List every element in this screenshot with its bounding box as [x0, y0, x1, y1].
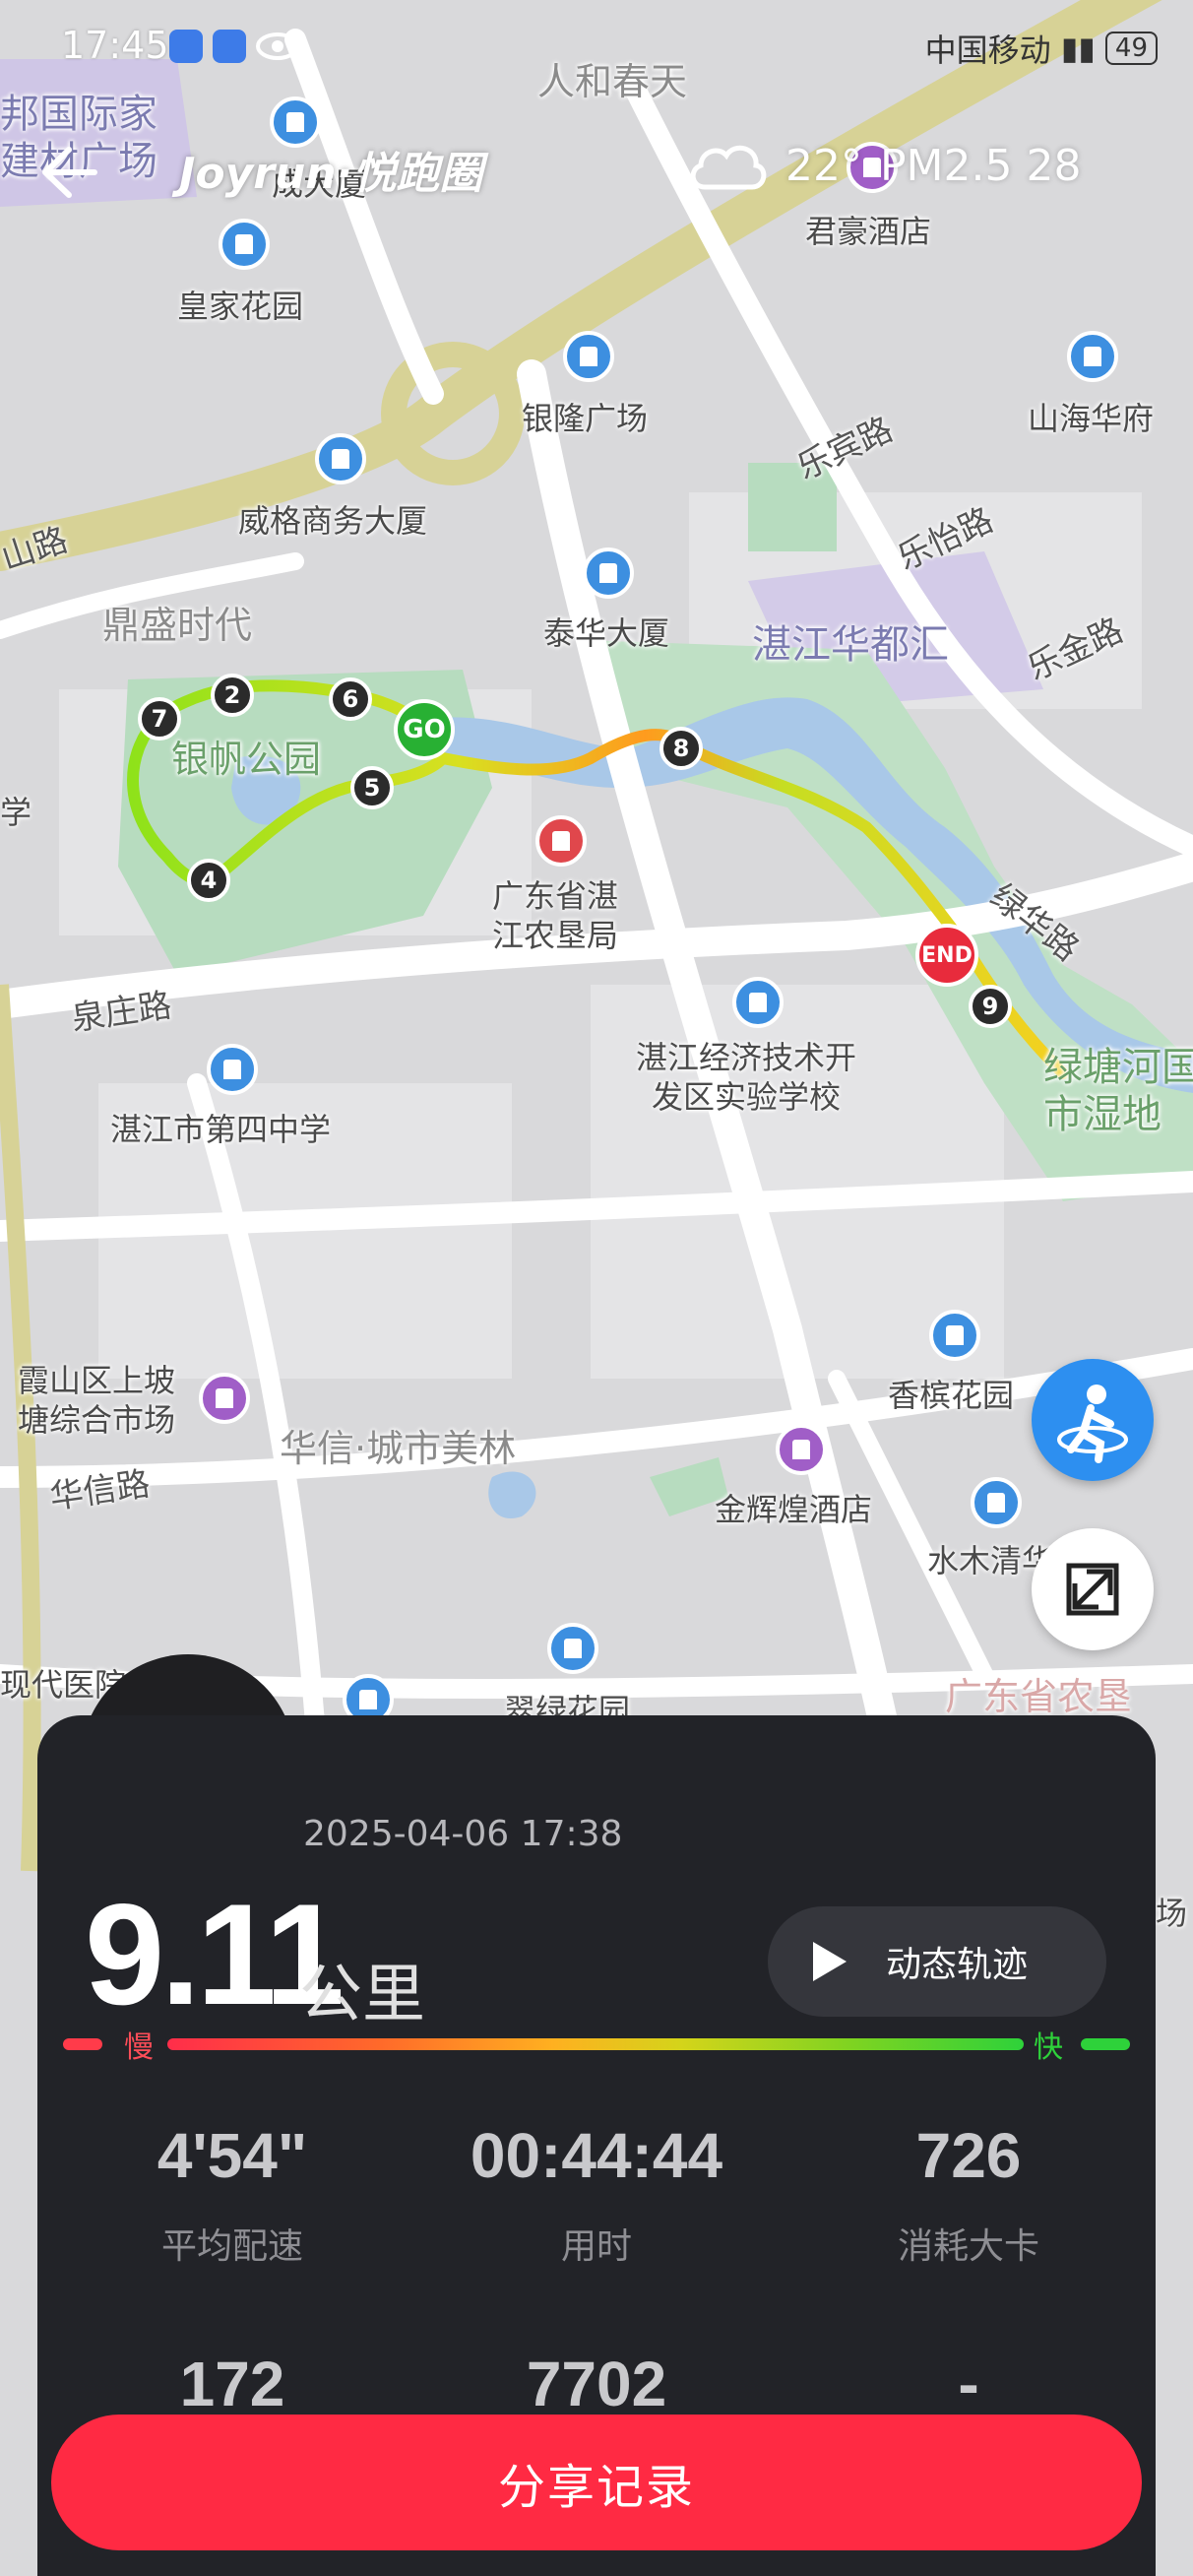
replay-label: 动态轨迹 [886, 1945, 1029, 1985]
map-label: 湛江经济技术开 发区实验学校 [636, 1039, 857, 1116]
poi-pin-icon[interactable] [563, 331, 614, 382]
stat-value: - [958, 2349, 979, 2419]
run-mode-button[interactable] [1032, 1359, 1154, 1481]
km-marker: 4 [187, 859, 230, 902]
map-label: 湛江华都汇 [752, 622, 949, 668]
start-marker: GO [394, 699, 455, 760]
map-label: 皇家花园 [177, 288, 304, 325]
stat-value: 7702 [526, 2349, 667, 2419]
eye-icon [256, 32, 299, 60]
map-label: 香槟花园 [888, 1377, 1015, 1414]
map-label: 君豪酒店 [805, 213, 932, 250]
poi-pin-icon[interactable] [199, 1373, 250, 1424]
weather-info: 22° PM2.5 28 [685, 138, 1081, 193]
km-marker: 8 [659, 727, 703, 770]
run-date: 2025-04-06 17:38 [303, 1814, 623, 1854]
status-time: 17:45 [61, 24, 169, 67]
poi-pin-icon[interactable] [971, 1477, 1022, 1528]
slow-label: 慢 [124, 2030, 154, 2065]
notification-icon [213, 30, 246, 63]
carrier-label: 中国移动 [924, 32, 1051, 69]
poi-pin-icon[interactable] [929, 1310, 980, 1361]
stat-value: 172 [179, 2349, 285, 2419]
duration-value: 00:44:44 [470, 2120, 723, 2191]
km-marker: 9 [969, 985, 1012, 1028]
km-marker: 2 [211, 674, 254, 717]
avg-pace-label: 平均配速 [160, 2226, 303, 2267]
app-brand: Joyrun·悦跑圈 [179, 149, 483, 199]
map-label: 学 [0, 794, 32, 831]
map-label: 广东省湛 江农垦局 [492, 877, 619, 954]
map-label: 金辉煌酒店 [715, 1491, 873, 1528]
map-label: 银隆广场 [522, 400, 649, 437]
air-quality: PM2.5 28 [880, 140, 1082, 191]
duration-label: 用时 [560, 2226, 632, 2267]
temperature: 22° [785, 140, 862, 191]
play-icon [813, 1942, 847, 1981]
km-marker: 7 [138, 697, 181, 741]
map-label: 场 [1156, 1895, 1188, 1932]
poi-pin-icon[interactable] [315, 433, 366, 484]
km-marker: 5 [350, 766, 394, 809]
signal-icon: ▮▮ [1060, 30, 1096, 67]
map-label: 鼎盛时代 [102, 604, 253, 647]
map-label: 广东省农垦 [945, 1675, 1133, 1718]
replay-track-button[interactable]: 动态轨迹 [768, 1906, 1106, 2017]
poi-pin-icon[interactable] [776, 1424, 827, 1475]
expand-icon [1066, 1563, 1119, 1616]
poi-pin-icon[interactable] [547, 1623, 598, 1674]
map-label: 霞山区上坡 塘综合市场 [18, 1362, 176, 1439]
calories-value: 726 [915, 2120, 1022, 2191]
cloud-icon [690, 145, 767, 190]
runner-icon [1057, 1385, 1128, 1463]
poi-pin-icon[interactable] [535, 815, 587, 867]
km-marker: 6 [329, 677, 372, 721]
status-bar: 17:45 中国移动 ▮▮ 49 [0, 0, 1193, 95]
poi-pin-icon[interactable] [732, 977, 784, 1028]
calories-label: 消耗大卡 [897, 2226, 1039, 2267]
fullscreen-button[interactable] [1032, 1528, 1154, 1650]
map-label: 泰华大厦 [543, 614, 670, 652]
poi-pin-icon[interactable] [219, 219, 270, 270]
fast-label: 快 [1034, 2030, 1063, 2065]
poi-pin-icon[interactable] [207, 1044, 258, 1095]
map-label: 威格商务大厦 [238, 502, 428, 540]
avg-pace-value: 4'54" [157, 2120, 308, 2191]
distance-unit: 公里 [299, 1959, 425, 2031]
pace-bar-slow-cap [63, 2038, 102, 2050]
battery-icon: 49 [1104, 32, 1158, 65]
map-label: 湛江市第四中学 [110, 1111, 332, 1148]
back-arrow-icon[interactable] [30, 138, 98, 207]
status-right: 中国移动 ▮▮ 49 [925, 26, 1158, 71]
map-label: 山海华府 [1028, 400, 1155, 437]
notification-icon [169, 30, 203, 63]
pace-gradient-bar [167, 2038, 1024, 2050]
map-label: 银帆公园 [171, 738, 322, 781]
map-label: 绿塘河国 市湿地 [1043, 1045, 1193, 1137]
end-marker: END [915, 924, 978, 987]
poi-pin-icon[interactable] [583, 547, 634, 599]
poi-pin-icon[interactable] [1067, 331, 1118, 382]
map-label: 华信·城市美林 [280, 1427, 517, 1470]
pace-bar-fast-cap [1081, 2038, 1130, 2050]
share-record-button[interactable]: 分享记录 [51, 2415, 1142, 2550]
